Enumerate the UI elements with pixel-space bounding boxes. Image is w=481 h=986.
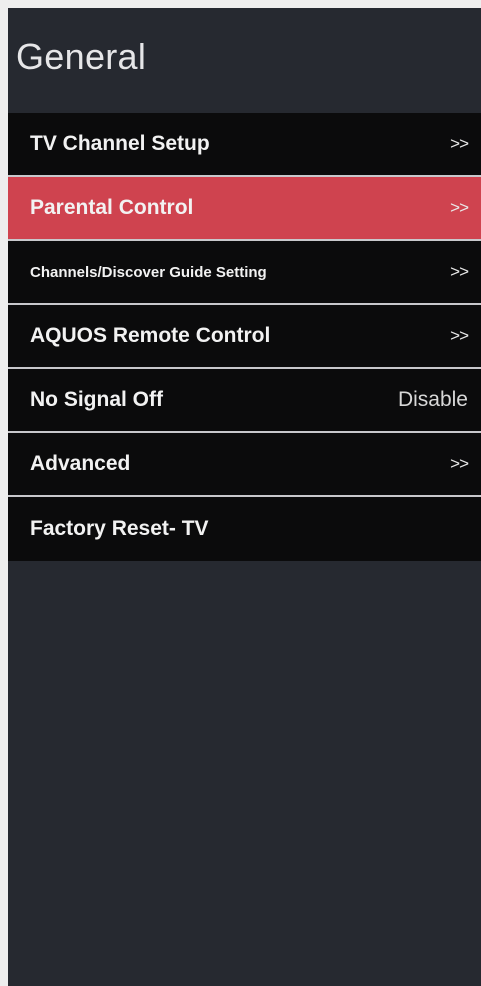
menu-item-label: Channels/Discover Guide Setting [30, 263, 267, 281]
menu-item-label: AQUOS Remote Control [30, 324, 271, 347]
menu-item-label: TV Channel Setup [30, 132, 210, 155]
chevron-right-icon: >> [450, 326, 469, 345]
menu-item-aquos-remote-control[interactable]: AQUOS Remote Control >> [8, 305, 481, 369]
chevron-right-icon: >> [450, 134, 469, 153]
page-title: General [16, 36, 147, 77]
menu-item-channels-discover-guide-setting[interactable]: Channels/Discover Guide Setting >> [8, 241, 481, 305]
menu-item-label: Advanced [30, 452, 131, 475]
settings-menu: TV Channel Setup >> Parental Control >> … [8, 113, 481, 561]
menu-item-label: Factory Reset- TV [30, 517, 209, 540]
menu-item-advanced[interactable]: Advanced >> [8, 433, 481, 497]
menu-item-label: Parental Control [30, 196, 194, 219]
chevron-right-icon: >> [450, 198, 469, 217]
menu-item-tv-channel-setup[interactable]: TV Channel Setup >> [8, 113, 481, 177]
chevron-right-icon: >> [450, 454, 469, 473]
menu-item-no-signal-off[interactable]: No Signal Off Disable [8, 369, 481, 433]
menu-item-parental-control[interactable]: Parental Control >> [8, 177, 481, 241]
menu-item-factory-reset-tv[interactable]: Factory Reset- TV [8, 497, 481, 561]
chevron-right-icon: >> [450, 262, 469, 281]
settings-panel: General TV Channel Setup >> Parental Con… [8, 8, 481, 986]
menu-item-label: No Signal Off [30, 388, 163, 411]
setting-value: Disable [397, 388, 468, 411]
